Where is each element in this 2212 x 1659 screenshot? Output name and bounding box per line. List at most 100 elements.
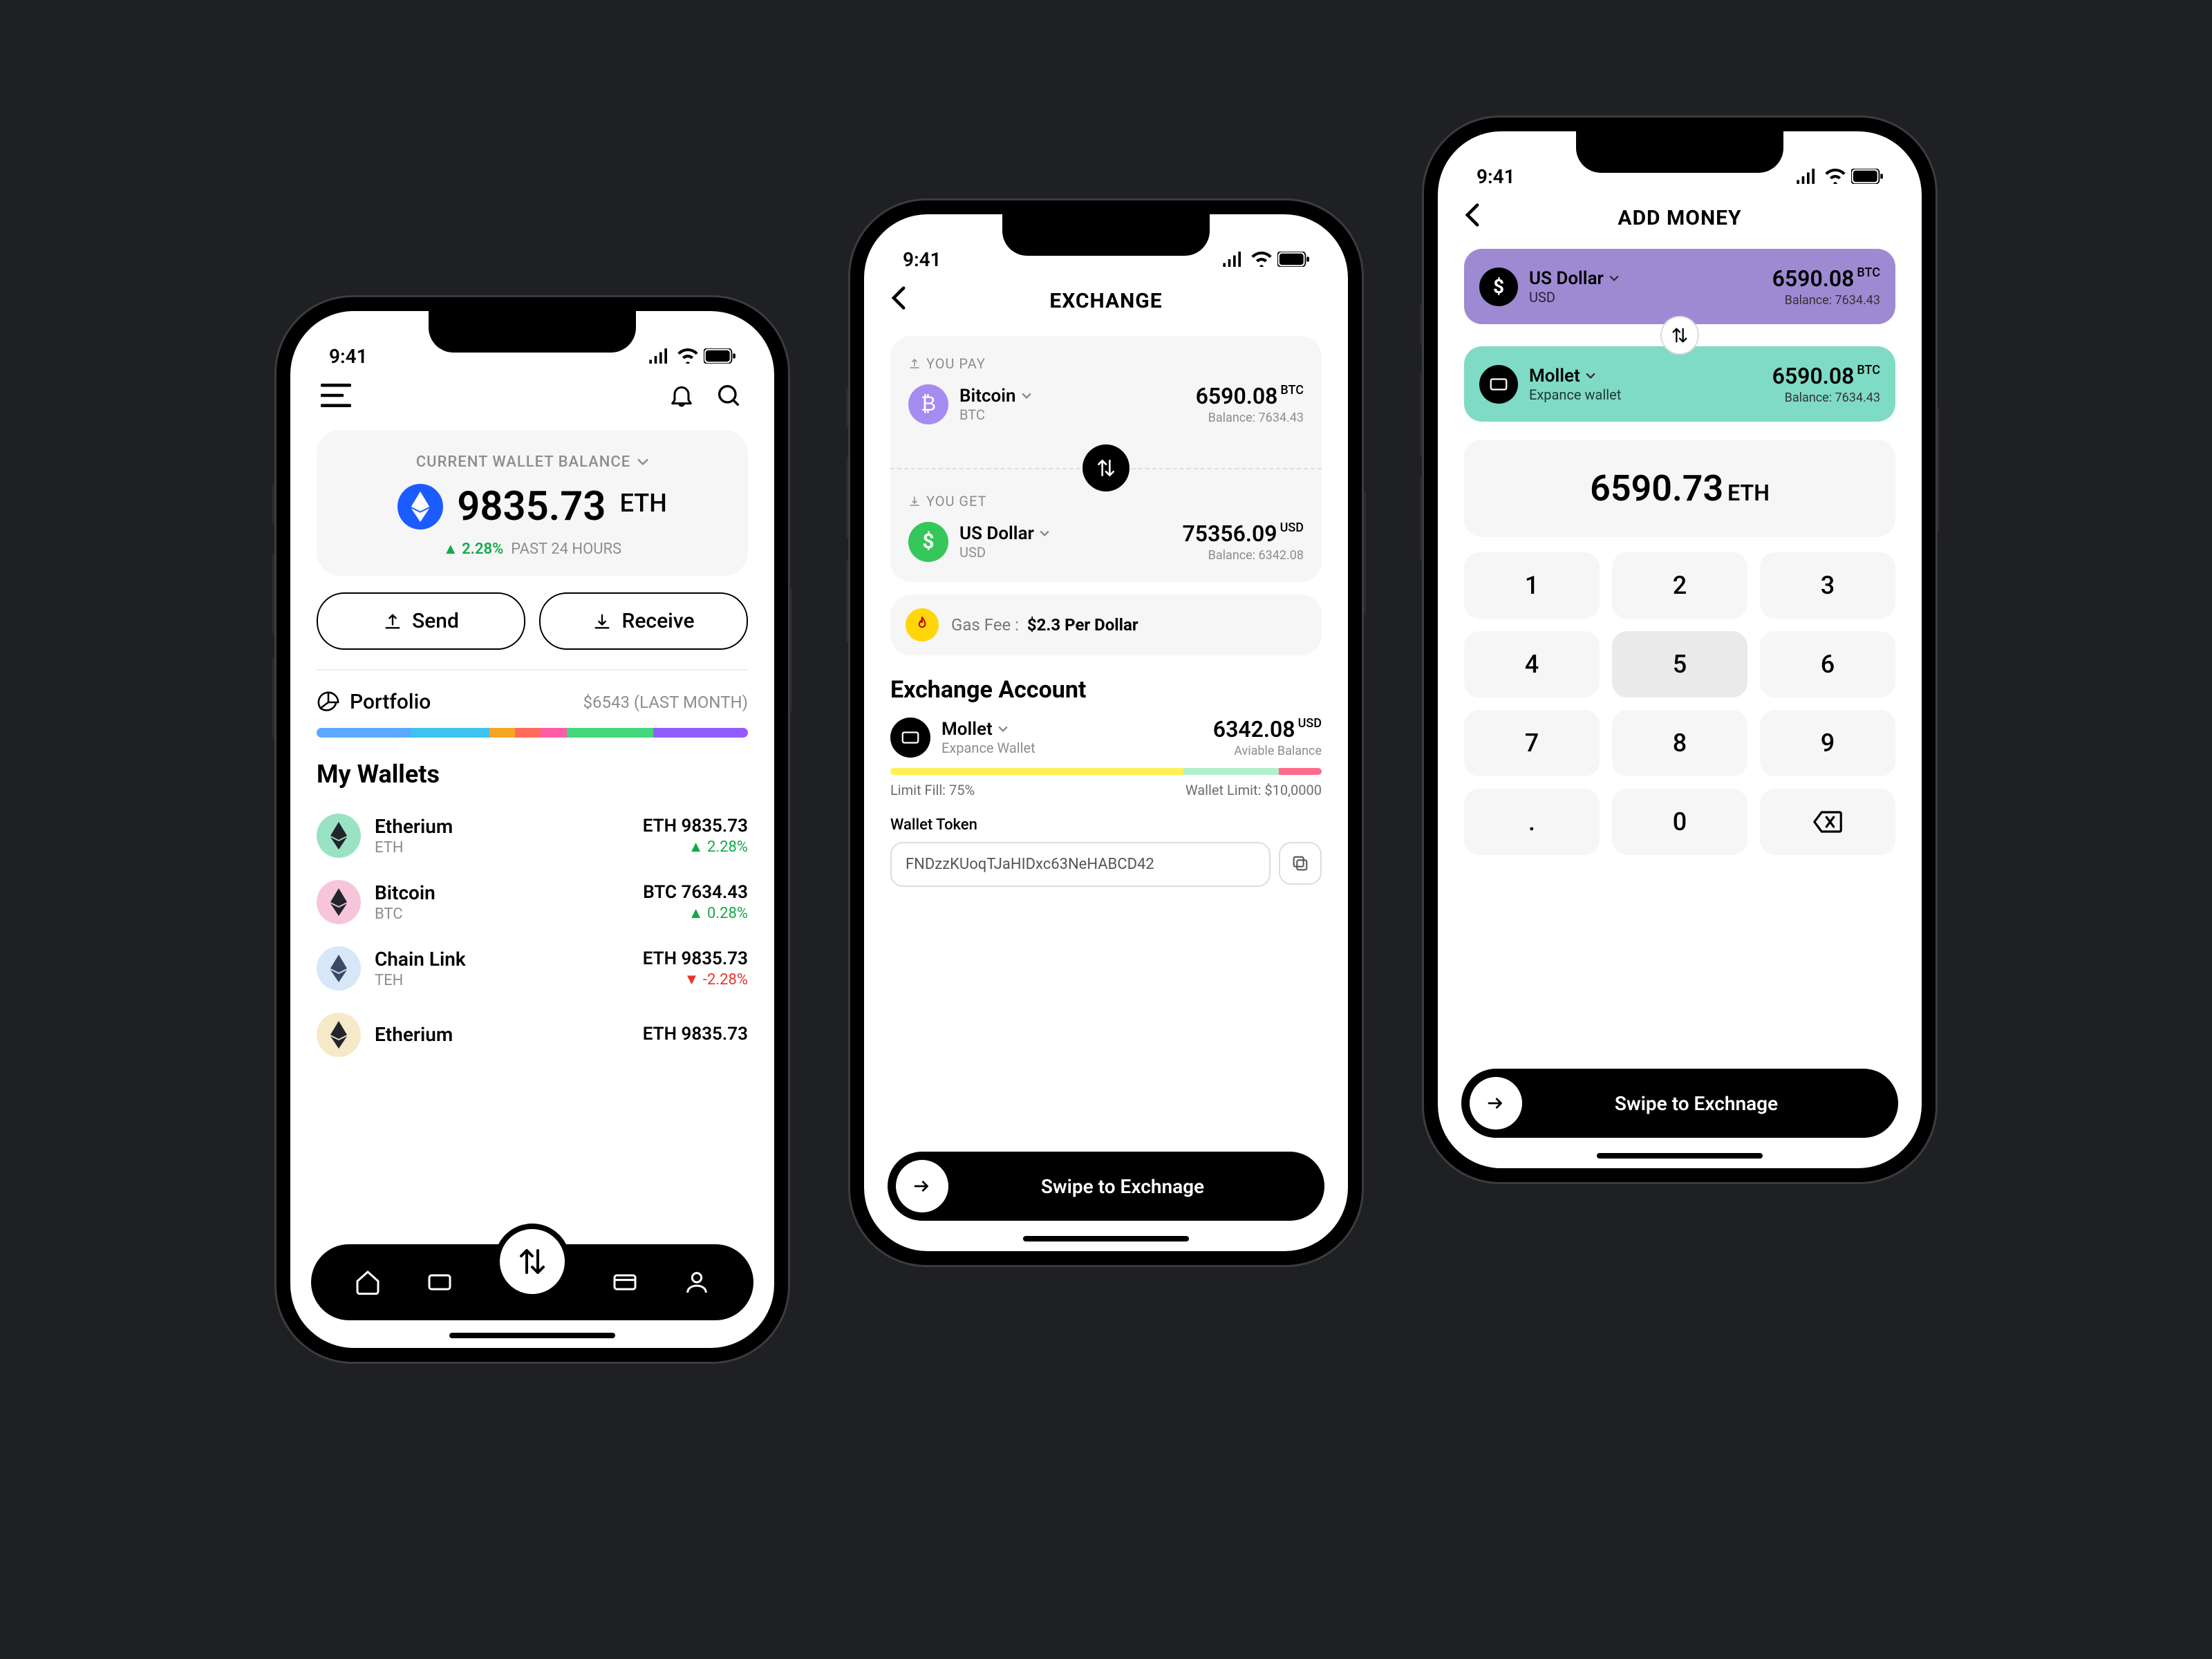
status-indicators: [1221, 252, 1309, 267]
bell-icon[interactable]: [666, 380, 697, 411]
wallet-name: Etherium: [375, 1023, 643, 1046]
download-icon: [908, 495, 921, 507]
home-indicator: [1023, 1236, 1189, 1241]
wallet-token-input[interactable]: [890, 842, 1271, 887]
amount-display: 6590.73ETH: [1464, 440, 1895, 537]
wallet-amount: ETH 9835.73: [643, 1024, 748, 1044]
get-row[interactable]: $ US Dollar USD 75356.09USD Balance: 634…: [908, 521, 1304, 563]
nav-profile-icon[interactable]: [679, 1265, 714, 1300]
wallet-row[interactable]: Bitcoin BTC BTC 7634.43 ▲ 0.28%: [317, 869, 748, 935]
copy-icon: [1291, 854, 1310, 873]
back-button[interactable]: [890, 285, 921, 316]
copy-button[interactable]: [1279, 842, 1322, 885]
upload-icon: [908, 357, 921, 370]
nav-swap-button[interactable]: [494, 1224, 570, 1300]
chevron-down-icon: [1022, 393, 1031, 400]
eth-icon: [397, 484, 443, 529]
status-indicators: [1794, 169, 1883, 184]
exchange-card: YOU PAY ₿ Bitcoin BTC 6590.08BTC Balance…: [890, 336, 1322, 582]
wallet-row[interactable]: Chain Link TEH ETH 9835.73 ▼ -2.28%: [317, 935, 748, 1002]
search-icon[interactable]: [713, 380, 744, 411]
chevron-down-icon: [998, 726, 1008, 733]
balance-change: ▲ 2.28% PAST 24 HOURS: [337, 540, 727, 558]
coin-icon: [317, 1013, 361, 1057]
page-title: EXCHANGE: [1049, 289, 1162, 313]
wallet-symbol: ETH: [375, 839, 643, 856]
status-indicators: [647, 348, 735, 364]
back-button[interactable]: [1464, 203, 1494, 233]
wallet-name: Bitcoin: [375, 881, 643, 904]
keypad: 123 456 789.0: [1464, 552, 1895, 855]
download-icon: [592, 612, 612, 631]
wallet-symbol: BTC: [375, 906, 643, 923]
coin-icon: [317, 814, 361, 858]
bottom-nav: [311, 1244, 753, 1320]
status-time: 9:41: [1477, 165, 1515, 188]
chevron-down-icon: [637, 459, 648, 466]
pay-row[interactable]: ₿ Bitcoin BTC 6590.08BTC Balance: 7634.4…: [908, 383, 1304, 425]
keypad-3[interactable]: 3: [1760, 552, 1895, 619]
send-button[interactable]: Send: [317, 592, 525, 650]
wallet-token-label: Wallet Token: [890, 816, 1322, 834]
keypad-backspace[interactable]: [1760, 789, 1895, 855]
upload-icon: [383, 612, 402, 631]
chevron-down-icon: [1609, 275, 1619, 282]
wallet-amount: BTC 7634.43: [643, 882, 748, 903]
you-get-label: YOU GET: [908, 493, 1304, 509]
account-row[interactable]: Mollet Expance Wallet 6342.08USD Aviable…: [890, 716, 1322, 758]
limit-fill-label: Limit Fill: 75%: [890, 782, 975, 798]
swipe-exchange-button[interactable]: Swipe to Exchnage: [888, 1152, 1324, 1221]
status-time: 9:41: [903, 248, 941, 271]
keypad-5[interactable]: 5: [1612, 631, 1747, 697]
swap-button[interactable]: [1660, 316, 1699, 355]
keypad-2[interactable]: 2: [1612, 552, 1747, 619]
wallet-amount: ETH 9835.73: [643, 948, 748, 969]
from-card[interactable]: $ US Dollar USD 6590.08BTC Balance: 7634…: [1464, 249, 1895, 324]
balance-unit: ETH: [620, 489, 667, 518]
bitcoin-icon: ₿: [908, 384, 948, 424]
nav-card-icon[interactable]: [608, 1265, 642, 1300]
flame-icon: [906, 608, 939, 641]
menu-icon[interactable]: [321, 380, 351, 411]
wallet-icon: [890, 718, 930, 758]
balance-label[interactable]: CURRENT WALLET BALANCE: [416, 453, 648, 471]
coin-icon: [317, 880, 361, 924]
wallet-row[interactable]: Etherium ETH ETH 9835.73 ▲ 2.28%: [317, 803, 748, 869]
keypad-4[interactable]: 4: [1464, 631, 1600, 697]
keypad-9[interactable]: 9: [1760, 710, 1895, 776]
keypad-7[interactable]: 7: [1464, 710, 1600, 776]
page-title: ADD MONEY: [1618, 206, 1741, 230]
wallet-change: ▲ 2.28%: [643, 838, 748, 856]
to-card[interactable]: Mollet Expance wallet 6590.08BTC Balance…: [1464, 346, 1895, 422]
nav-home-icon[interactable]: [350, 1265, 385, 1300]
balance-card: CURRENT WALLET BALANCE 9835.73 ETH ▲ 2.2…: [317, 430, 748, 576]
swap-button[interactable]: [1082, 444, 1130, 491]
receive-button[interactable]: Receive: [539, 592, 748, 650]
portfolio-row[interactable]: Portfolio $6543 (LAST MONTH): [317, 690, 748, 714]
wallet-limit-label: Wallet Limit: $10,0000: [1185, 782, 1322, 798]
portfolio-bar: [317, 728, 748, 738]
keypad-6[interactable]: 6: [1760, 631, 1895, 697]
limit-bar: [890, 768, 1322, 775]
portfolio-sub: $6543 (LAST MONTH): [583, 693, 748, 712]
wallet-name: Etherium: [375, 815, 643, 838]
chevron-down-icon: [1040, 530, 1049, 537]
wallet-icon: [1479, 365, 1518, 404]
status-time: 9:41: [329, 345, 368, 368]
swipe-exchange-button[interactable]: Swipe to Exchnage: [1461, 1069, 1898, 1138]
wallet-amount: ETH 9835.73: [643, 816, 748, 836]
keypad-0[interactable]: 0: [1612, 789, 1747, 855]
backspace-icon: [1813, 811, 1842, 833]
exchange-account-title: Exchange Account: [890, 676, 1322, 704]
wallet-change: ▲ 0.28%: [643, 904, 748, 922]
home-indicator: [1597, 1153, 1763, 1159]
dollar-icon: $: [908, 522, 948, 562]
keypad-8[interactable]: 8: [1612, 710, 1747, 776]
keypad-1[interactable]: 1: [1464, 552, 1600, 619]
wallet-row[interactable]: Etherium ETH 9835.73: [317, 1002, 748, 1068]
nav-wallet-icon[interactable]: [422, 1265, 457, 1300]
balance-amount: 9835.73: [457, 483, 606, 530]
keypad-.[interactable]: .: [1464, 789, 1600, 855]
my-wallets-title: My Wallets: [317, 760, 748, 789]
pie-icon: [317, 691, 340, 714]
